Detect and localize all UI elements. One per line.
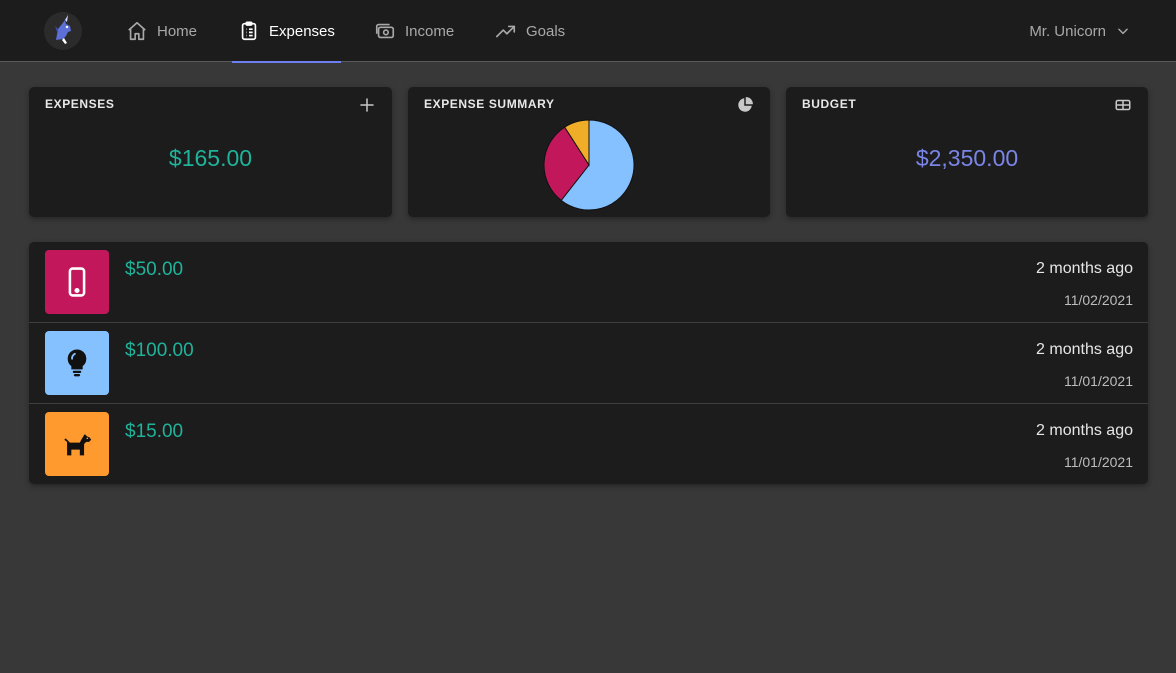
expense-amount: $100.00	[125, 340, 194, 361]
expenses-total: $165.00	[168, 145, 253, 171]
unicorn-logo-icon	[44, 12, 82, 50]
expenses-card-title: EXPENSES	[45, 97, 115, 111]
user-name: Mr. Unicorn	[1029, 22, 1106, 40]
user-menu[interactable]: Mr. Unicorn	[1029, 0, 1130, 62]
expense-date: 11/01/2021	[1063, 454, 1133, 470]
budget-table-button[interactable]	[1114, 96, 1132, 114]
nav-income-label: Income	[405, 22, 455, 40]
expense-amount: $15.00	[125, 421, 184, 442]
mobile-phone-icon	[68, 267, 86, 297]
pie-chart-svg	[543, 119, 635, 211]
nav-home-label: Home	[157, 22, 198, 40]
pie-chart-icon	[738, 97, 753, 112]
budget-card: BUDGET $2,350.00	[786, 87, 1148, 217]
budget-card-title: BUDGET	[802, 97, 857, 111]
table-icon	[1115, 99, 1131, 111]
unicorn-logo[interactable]	[44, 12, 82, 50]
clipboard-list-icon	[241, 21, 257, 41]
top-navigation-bar: Home Expenses Income Goals Mr. Unicorn	[0, 0, 1176, 63]
trending-up-icon	[496, 25, 516, 38]
expense-summary-card: EXPENSE SUMMARY	[408, 87, 770, 217]
plus-icon	[360, 98, 374, 112]
list-item[interactable]: $100.00 2 months ago 11/01/2021	[29, 323, 1148, 404]
category-icon-box	[45, 331, 109, 395]
expense-date: 11/01/2021	[1063, 373, 1133, 389]
home-icon	[128, 21, 146, 41]
nav-expenses-label: Expenses	[269, 22, 335, 40]
nav-goals[interactable]: Goals	[495, 0, 565, 62]
add-expense-button[interactable]	[358, 96, 376, 114]
expense-date: 11/02/2021	[1063, 292, 1133, 308]
expenses-card: EXPENSES $165.00	[29, 87, 392, 217]
chevron-down-icon	[1118, 28, 1128, 35]
expense-relative-time: 2 months ago	[1036, 341, 1133, 358]
category-icon-box	[45, 412, 109, 476]
category-icon-box	[45, 250, 109, 314]
list-item[interactable]: $15.00 2 months ago 11/01/2021	[29, 404, 1148, 484]
nav-income[interactable]: Income	[374, 0, 454, 62]
expense-summary-title: EXPENSE SUMMARY	[424, 97, 555, 111]
expense-summary-icon	[736, 96, 754, 114]
expense-list: $50.00 2 months ago 11/02/2021 $100.00 2…	[29, 242, 1148, 484]
nav-goals-label: Goals	[526, 22, 566, 40]
lightbulb-icon	[67, 349, 87, 377]
dog-icon	[64, 434, 92, 456]
expense-relative-time: 2 months ago	[1036, 260, 1133, 277]
expense-amount: $50.00	[125, 259, 184, 280]
cash-icon	[375, 23, 395, 39]
expense-pie-chart	[543, 119, 635, 211]
budget-total: $2,350.00	[915, 145, 1019, 171]
list-item[interactable]: $50.00 2 months ago 11/02/2021	[29, 242, 1148, 323]
expense-relative-time: 2 months ago	[1036, 422, 1133, 439]
nav-expenses[interactable]: Expenses	[232, 0, 341, 63]
nav-home[interactable]: Home	[126, 0, 197, 62]
